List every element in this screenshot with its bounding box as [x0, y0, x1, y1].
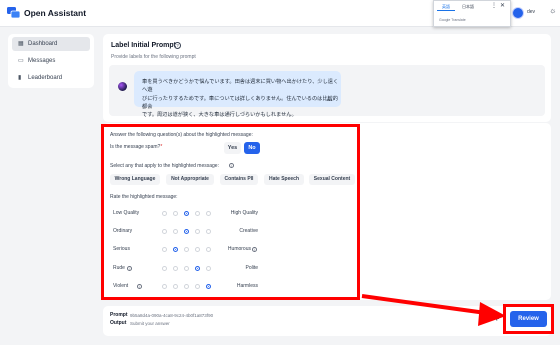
sidebar-item-messages[interactable]: ▭ Messages: [12, 54, 90, 68]
open-assistant-logo-icon: [7, 7, 20, 19]
theme-toggle-sun-icon[interactable]: ☼: [549, 7, 556, 15]
translate-brand: Google Translate: [439, 18, 466, 22]
help-icon[interactable]: ?: [174, 42, 181, 49]
translate-source-tab[interactable]: 英語: [437, 3, 455, 11]
prompt-line: です。周辺は道が狭く、大きな車は通行しづらいかもしれません。: [142, 112, 297, 119]
translate-popup: 英語 日本語 ⋮ ✕ Google Translate: [433, 0, 511, 27]
prompt-container: 車を買うべきかどうかで悩んでいます。田舎は週末に買い物へ出かけたり、少し遠くへ遊…: [109, 65, 545, 118]
more-vertical-icon[interactable]: ⋮: [491, 2, 497, 9]
prompt-label: Prompt: [110, 312, 128, 318]
skip-button[interactable]: Skip: [487, 315, 500, 321]
sidebar-item-leaderboard[interactable]: ▮ Leaderboard: [12, 71, 90, 85]
sidebar: ▦ Dashboard ▭ Messages ▮ Leaderboard: [8, 34, 94, 88]
prompt-text: 車を買うべきかどうかで悩んでいます。田舎は週末に買い物へ出かけたり、少し遠くへ遊…: [142, 78, 342, 119]
prompt-message-bubble: 車を買うべきかどうかで悩んでいます。田舎は週末に買い物へ出かけたり、少し遠くへ遊…: [134, 71, 341, 118]
prompt-id: 9b5a8d4a-090a-4ca8-9c24-4b0f1a873f90: [130, 312, 214, 318]
prompt-line: 車を買うべきかどうかで悩んでいます。田舎は週末に買い物へ出かけたり、少し遠くへ遊: [142, 79, 339, 94]
user-avatar: [118, 82, 127, 91]
close-icon[interactable]: ✕: [500, 2, 505, 9]
output-label: Output: [110, 320, 127, 326]
footer-card: Prompt 9b5a8d4a-090a-4ca8-9c24-4b0f1a873…: [103, 306, 551, 336]
task-title: Label Initial Prompt: [111, 42, 176, 49]
annotation-review-box: [503, 304, 554, 334]
output-value: Submit your answer: [130, 320, 170, 326]
message-more-icon[interactable]: •••: [327, 98, 332, 104]
app-title[interactable]: Open Assistant: [24, 8, 86, 18]
prompt-card: Label Initial Prompt ? Provide labels fo…: [103, 34, 551, 122]
user-name[interactable]: dev: [527, 9, 535, 15]
annotation-highlight-box: [101, 124, 360, 300]
messages-icon: ▭: [18, 58, 24, 64]
leaderboard-icon: ▮: [18, 75, 22, 81]
prompt-line: びに行ったりするためです。車については詳しくありません。住んでいるのは比較的都会: [142, 95, 338, 110]
dashboard-icon: ▦: [18, 41, 24, 47]
sidebar-item-dashboard[interactable]: ▦ Dashboard: [12, 37, 90, 51]
sidebar-item-label: Dashboard: [28, 41, 58, 47]
task-subtitle: Provide labels for the following prompt: [111, 54, 196, 60]
sidebar-item-label: Leaderboard: [28, 75, 63, 81]
sidebar-item-label: Messages: [28, 58, 56, 64]
translate-target-tab[interactable]: 日本語: [457, 3, 479, 11]
user-avatar[interactable]: [512, 7, 524, 19]
